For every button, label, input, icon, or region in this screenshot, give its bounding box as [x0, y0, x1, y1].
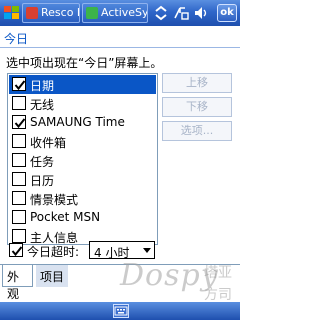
list-item-inbox[interactable]: 收件箱 — [9, 132, 156, 151]
windows-start-icon[interactable] — [2, 4, 22, 22]
list-item-label: 无线 — [30, 98, 55, 112]
task-tab-activesync[interactable]: ActiveSy — [82, 3, 148, 23]
page-title: 今日 — [4, 32, 29, 46]
list-item-date[interactable]: 日期 — [9, 75, 156, 94]
tab-items[interactable]: 项目 — [36, 265, 68, 287]
list-item-label: 日期 — [30, 79, 55, 93]
list-item-calendar[interactable]: 日历 — [9, 170, 156, 189]
taskbar: Resco E ActiveSy ok — [0, 0, 240, 26]
instruction-text: 选中项出现在“今日”屏幕上。 — [6, 56, 163, 70]
keyboard-icon[interactable] — [113, 304, 129, 318]
checkbox-profiles[interactable] — [12, 191, 26, 205]
ok-button[interactable]: ok — [217, 4, 237, 22]
list-item-tasks[interactable]: 任务 — [9, 151, 156, 170]
list-item-wireless[interactable]: 无线 — [9, 94, 156, 113]
list-item-profiles[interactable]: 情景模式 — [9, 189, 156, 208]
sync-icon[interactable] — [152, 4, 170, 22]
list-item-label: 情景模式 — [30, 193, 79, 207]
timeout-select[interactable]: 4 小时 — [89, 241, 155, 260]
move-down-button[interactable]: 下移 — [162, 97, 232, 117]
today-timeout-checkbox[interactable] — [9, 243, 23, 257]
checkbox-tasks[interactable] — [12, 153, 26, 167]
list-item-label: 日历 — [30, 174, 55, 188]
task-tab-resco-label: Resco E — [41, 6, 80, 19]
tab-appearance[interactable]: 外观 — [2, 265, 33, 301]
dropdown-arrow-icon — [143, 248, 151, 253]
checkbox-wireless[interactable] — [12, 96, 26, 110]
list-item-label: 收件箱 — [30, 136, 67, 150]
list-item-pocket-msn[interactable]: Pocket MSN — [9, 208, 156, 227]
watermark-side-top: 塔亚 — [204, 265, 232, 281]
connectivity-icon[interactable] — [172, 4, 190, 22]
list-item-label: Pocket MSN — [30, 210, 101, 224]
checkbox-samsung-time[interactable] — [12, 115, 26, 129]
options-button[interactable]: 选项... — [162, 121, 232, 141]
checkbox-inbox[interactable] — [12, 134, 26, 148]
list-item-samsung-time[interactable]: SAMAUNG Time — [9, 113, 156, 132]
checkbox-pocket-msn[interactable] — [12, 210, 26, 224]
menu-bar — [0, 302, 240, 320]
list-item-label: SAMAUNG Time — [30, 115, 125, 129]
today-timeout-label: 今日超时: — [27, 245, 80, 259]
volume-icon[interactable] — [193, 4, 211, 22]
watermark-side-text: 塔亚 方司 — [201, 262, 235, 306]
list-item-label: 任务 — [30, 155, 55, 169]
checkbox-calendar[interactable] — [12, 172, 26, 186]
move-up-button[interactable]: 上移 — [162, 73, 232, 93]
checkbox-date[interactable] — [12, 77, 26, 91]
activesync-app-icon — [86, 7, 98, 19]
task-tab-activesync-label: ActiveSy — [101, 6, 148, 19]
resco-app-icon — [26, 7, 38, 19]
page-header: 今日 — [0, 26, 240, 48]
checkbox-owner-info[interactable] — [12, 229, 26, 243]
today-items-list[interactable]: 日期 无线 SAMAUNG Time 收件箱 任务 日历 情景模式 Pocket… — [7, 73, 158, 245]
task-tab-resco[interactable]: Resco E — [22, 3, 80, 23]
